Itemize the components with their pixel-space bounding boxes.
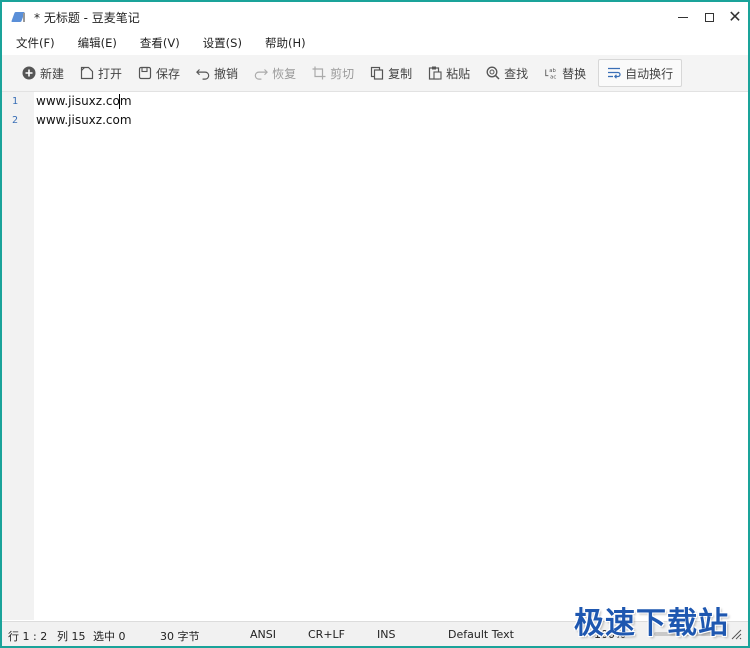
menu-settings[interactable]: 设置(S) xyxy=(189,35,251,51)
replace-button[interactable]: ab ac 替换 xyxy=(536,58,594,88)
minimize-icon xyxy=(678,16,688,18)
plus-circle-icon xyxy=(22,66,36,80)
open-button[interactable]: 打开 xyxy=(72,58,130,88)
title-bar: * 无标题 - 豆麦笔记 ✕ xyxy=(2,2,748,32)
redo-button[interactable]: 恢复 xyxy=(246,58,304,88)
vertical-scrollbar[interactable] xyxy=(734,92,748,620)
text-editor[interactable]: 1 www.jisuxz.com 2 www.jisuxz.com xyxy=(2,92,748,620)
status-column: 列 15 xyxy=(57,630,86,643)
cut-label: 剪切 xyxy=(330,66,355,81)
open-file-icon xyxy=(80,66,94,80)
svg-text:ac: ac xyxy=(550,74,556,80)
text-caret xyxy=(119,94,120,109)
save-button[interactable]: 保存 xyxy=(130,58,188,88)
clipboard-icon xyxy=(429,66,442,80)
undo-button[interactable]: 撤销 xyxy=(188,58,246,88)
undo-arrow-icon xyxy=(196,69,210,80)
paste-label: 粘贴 xyxy=(446,66,471,81)
menu-view[interactable]: 查看(V) xyxy=(126,35,189,51)
new-button[interactable]: 新建 xyxy=(14,58,72,88)
paste-button[interactable]: 粘贴 xyxy=(420,58,478,88)
line-number: 1 xyxy=(12,96,19,107)
close-icon: ✕ xyxy=(728,7,742,26)
undo-label: 撤销 xyxy=(214,66,239,81)
app-notebook-icon xyxy=(12,10,28,24)
search-icon xyxy=(486,66,500,80)
app-window: * 无标题 - 豆麦笔记 ✕ 文件(F) 编辑(E) 查看(V) 设置(S) 帮… xyxy=(0,0,750,648)
save-icon xyxy=(138,66,152,80)
replace-ab-icon: abac xyxy=(545,68,557,80)
crop-cut-icon xyxy=(312,66,326,80)
status-encoding[interactable]: ANSI xyxy=(250,628,276,641)
svg-text:ab: ab xyxy=(549,68,556,74)
redo-label: 恢复 xyxy=(272,66,297,81)
copy-button[interactable]: 复制 xyxy=(362,58,420,88)
resize-grip-icon[interactable] xyxy=(730,628,742,640)
redo-arrow-icon xyxy=(254,69,268,80)
menu-bar: 文件(F) 编辑(E) 查看(V) 设置(S) 帮助(H) xyxy=(2,32,748,54)
close-button[interactable]: ✕ xyxy=(722,2,748,32)
status-line-ending[interactable]: CR+LF xyxy=(308,628,345,641)
site-watermark: 极速下载站 xyxy=(574,606,729,641)
status-row: 行 1 : 2 xyxy=(8,630,48,643)
replace-label: 替换 xyxy=(562,66,587,81)
status-selection: 选中 0 xyxy=(93,630,126,643)
open-label: 打开 xyxy=(98,66,123,81)
find-label: 查找 xyxy=(504,66,529,81)
maximize-icon xyxy=(704,12,714,22)
autowrap-button[interactable]: 自动换行 xyxy=(598,59,683,87)
window-controls: ✕ xyxy=(670,2,748,32)
editor-line[interactable]: www.jisuxz.com xyxy=(36,113,132,127)
minimize-button[interactable] xyxy=(670,2,696,32)
copy-label: 复制 xyxy=(388,66,413,81)
line-number-gutter xyxy=(2,92,34,620)
autowrap-label: 自动换行 xyxy=(625,66,674,81)
status-syntax[interactable]: Default Text xyxy=(448,628,514,641)
maximize-button[interactable] xyxy=(696,2,722,32)
find-button[interactable]: 查找 xyxy=(478,58,536,88)
word-wrap-icon xyxy=(608,67,621,79)
menu-help[interactable]: 帮助(H) xyxy=(251,35,315,51)
new-label: 新建 xyxy=(40,66,65,81)
status-bytes: 30 字节 xyxy=(160,630,200,643)
toolbar: 新建 打开 保存 撤销 恢复 剪切 复制 粘贴 查找 ab ac 替换 自动换行 xyxy=(2,55,748,92)
save-label: 保存 xyxy=(156,66,181,81)
editor-line[interactable]: www.jisuxz.com xyxy=(36,94,132,108)
cut-button[interactable]: 剪切 xyxy=(304,58,362,88)
menu-file[interactable]: 文件(F) xyxy=(2,35,64,51)
line-number: 2 xyxy=(12,115,19,126)
status-insert-mode[interactable]: INS xyxy=(377,628,395,641)
copy-icon xyxy=(370,66,384,80)
window-title: * 无标题 - 豆麦笔记 xyxy=(34,10,140,25)
menu-edit[interactable]: 编辑(E) xyxy=(64,35,126,51)
